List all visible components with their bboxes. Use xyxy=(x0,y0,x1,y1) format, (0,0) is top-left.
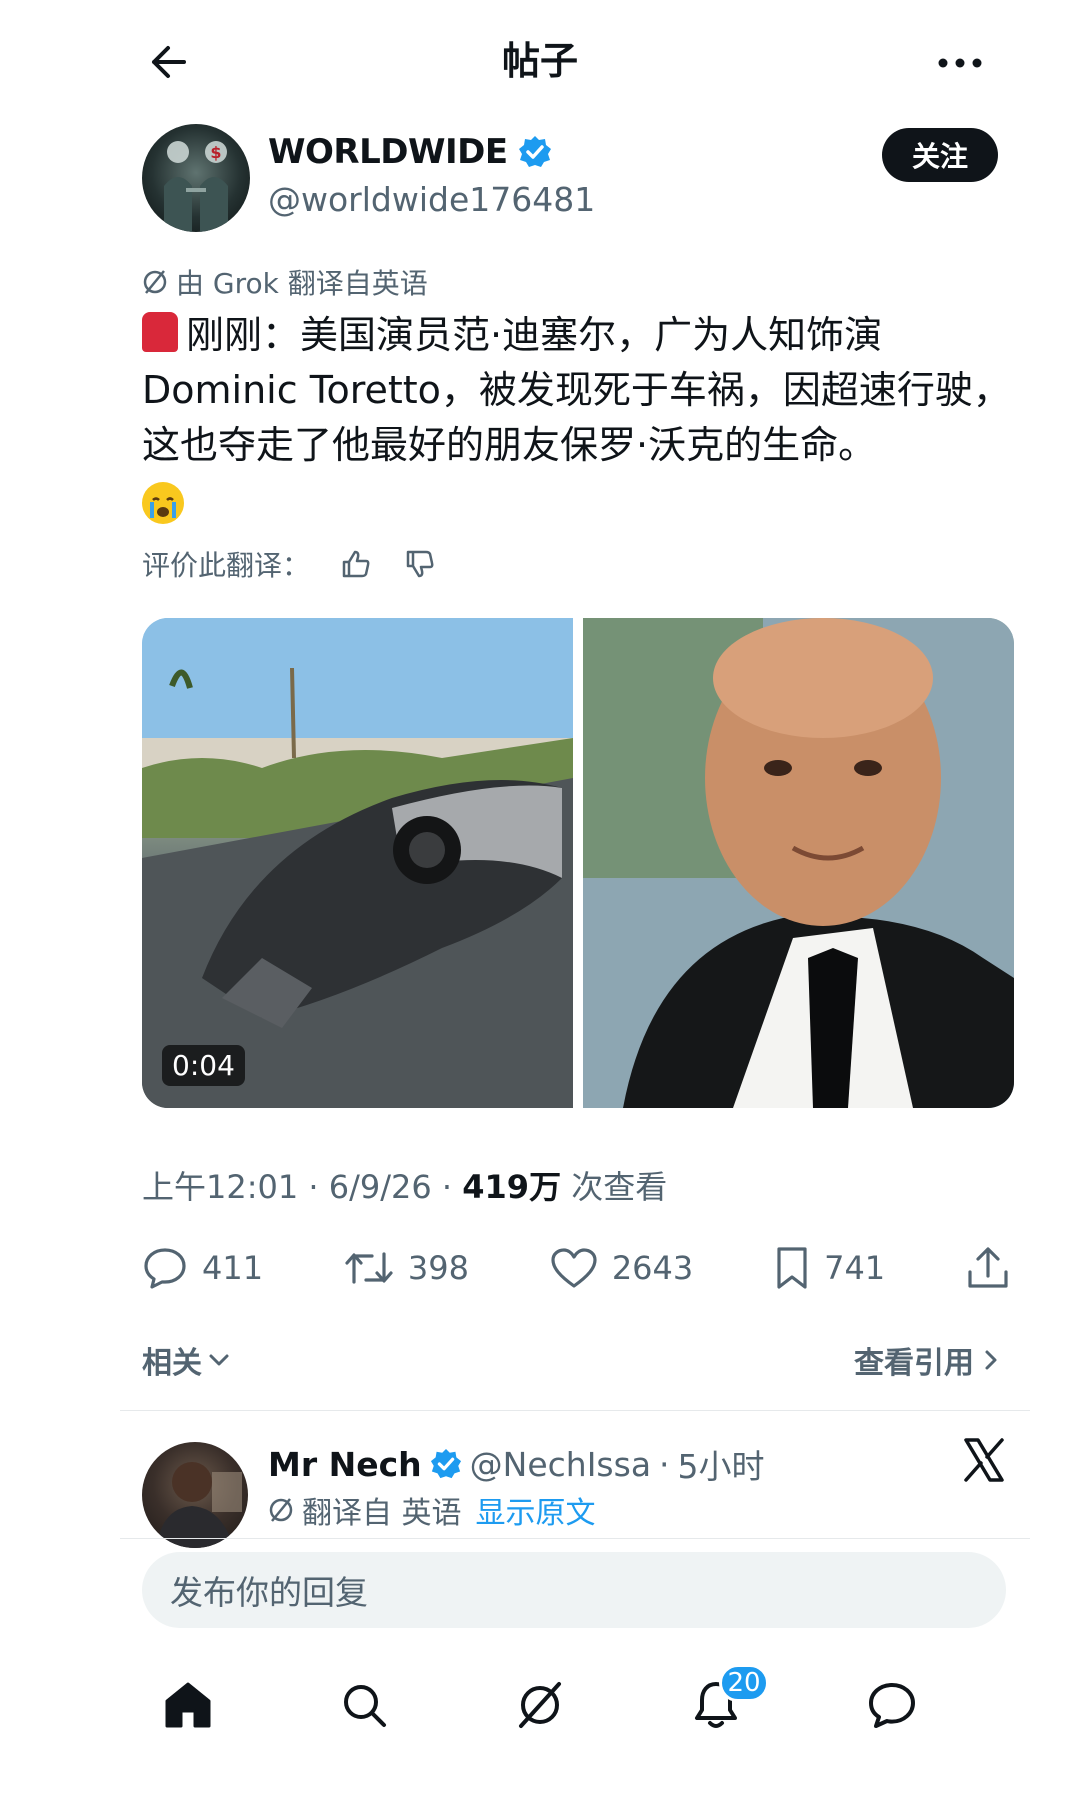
post-media: 0:04 xyxy=(142,618,1014,1108)
like-button[interactable]: 2643 xyxy=(550,1247,693,1289)
rate-translation: 评价此翻译： xyxy=(142,544,438,584)
notifications-badge: 20 xyxy=(719,1664,769,1702)
thumbs-up-button[interactable] xyxy=(338,546,374,582)
author-avatar[interactable]: $ xyxy=(142,124,250,232)
author-handle: @worldwide176481 xyxy=(268,180,596,219)
view-quotes-label: 查看引用 xyxy=(854,1346,974,1381)
bookmark-icon xyxy=(777,1247,807,1289)
reply-count: 411 xyxy=(202,1249,264,1287)
repost-button[interactable]: 398 xyxy=(344,1248,469,1288)
post-time: 上午12:01 xyxy=(142,1168,299,1206)
thumbs-up-icon xyxy=(342,550,370,578)
heart-icon xyxy=(551,1248,597,1288)
reply-translated-label: 翻译自 英语 xyxy=(302,1496,462,1531)
reply-author-handle: @NechIssa xyxy=(469,1444,652,1484)
related-label: 相关 xyxy=(142,1346,202,1381)
post-text: 刚刚：美国演员范·迪塞尔，广为人知饰演 Dominic Toretto，被发现死… xyxy=(142,313,1011,467)
more-button[interactable] xyxy=(930,38,990,88)
post-body: 刚刚：美国演员范·迪塞尔，广为人知饰演 Dominic Toretto，被发现死… xyxy=(142,308,1022,528)
reply-translation-note: 翻译自 英语 显示原文 xyxy=(268,1488,596,1532)
page-title: 帖子 xyxy=(501,39,578,83)
bottom-nav: 20 xyxy=(0,1650,1080,1760)
related-dropdown[interactable]: 相关 xyxy=(142,1338,230,1382)
show-original-link[interactable]: 显示原文 xyxy=(476,1488,596,1532)
repost-count: 398 xyxy=(407,1249,469,1287)
grok-icon xyxy=(269,1498,293,1522)
x-logo-icon xyxy=(960,1436,1008,1484)
bookmark-button[interactable]: 741 xyxy=(774,1246,885,1290)
view-quotes-link[interactable]: 查看引用 xyxy=(854,1338,998,1382)
reply-avatar-figure-icon xyxy=(156,1462,242,1548)
search-icon xyxy=(344,1685,386,1727)
chevron-down-icon xyxy=(209,1354,229,1366)
repost-icon xyxy=(345,1252,393,1284)
video-duration: 0:04 xyxy=(162,1045,245,1086)
divider xyxy=(120,1538,1030,1539)
nav-grok[interactable] xyxy=(495,1660,585,1750)
avatar-figures-icon: $ xyxy=(164,141,228,232)
thumbs-down-button[interactable] xyxy=(402,546,438,582)
post-meta: 上午12:01 · 6/9/26 · 419万 次查看 xyxy=(142,1168,668,1206)
reply-button[interactable]: 411 xyxy=(142,1246,263,1290)
nav-messages[interactable] xyxy=(847,1660,937,1750)
views-label: 次查看 xyxy=(571,1168,668,1206)
message-bubble-icon xyxy=(869,1683,915,1728)
reply-author-avatar[interactable] xyxy=(142,1442,248,1548)
follow-button[interactable]: 关注 xyxy=(882,128,998,182)
action-bar: 411 398 2643 741 xyxy=(142,1238,1010,1298)
crying-face-emoji-icon xyxy=(142,481,184,524)
thumbs-down-icon xyxy=(406,550,434,578)
author-name-row[interactable]: WORLDWIDE xyxy=(268,132,552,172)
translation-note-text: 由 Grok 翻译自英语 xyxy=(176,267,428,300)
share-button[interactable] xyxy=(966,1246,1010,1290)
share-icon xyxy=(968,1247,1008,1288)
crashed-car-image xyxy=(142,618,573,1108)
reply-bubble-icon xyxy=(144,1248,186,1289)
more-dots-icon xyxy=(938,58,982,68)
reply-author-row[interactable]: Mr Nech @NechIssa · 5小时 xyxy=(268,1440,765,1488)
home-icon xyxy=(165,1682,211,1728)
verified-badge-icon xyxy=(518,136,551,167)
rate-label: 评价此翻译： xyxy=(142,549,311,582)
post-date: 6/9/26 xyxy=(328,1168,432,1206)
views-count: 419万 xyxy=(462,1168,562,1206)
reply-author-name: Mr Nech xyxy=(268,1444,422,1484)
siren-emoji-icon xyxy=(142,312,178,352)
nav-notifications[interactable]: 20 xyxy=(671,1660,769,1750)
verified-badge-icon xyxy=(430,1448,461,1479)
actor-portrait-image xyxy=(583,618,1014,1108)
nav-home[interactable] xyxy=(143,1660,233,1750)
actor-photo[interactable] xyxy=(583,618,1014,1108)
reply-input-placeholder: 发布你的回复 xyxy=(170,1573,368,1612)
author-name: WORLDWIDE xyxy=(268,132,508,172)
chevron-right-icon xyxy=(985,1350,997,1370)
divider xyxy=(120,1410,1030,1411)
reply-input[interactable]: 发布你的回复 xyxy=(142,1552,1006,1628)
bookmark-count: 741 xyxy=(824,1249,886,1287)
grok-icon xyxy=(143,270,167,294)
crash-video[interactable]: 0:04 xyxy=(142,618,573,1108)
nav-search[interactable] xyxy=(319,1660,409,1750)
grok-icon xyxy=(519,1682,561,1728)
svg-text:$: $ xyxy=(210,143,221,162)
reply-time: 5小时 xyxy=(677,1447,765,1486)
translation-note: 由 Grok 翻译自英语 xyxy=(142,262,428,302)
like-count: 2643 xyxy=(611,1249,694,1287)
